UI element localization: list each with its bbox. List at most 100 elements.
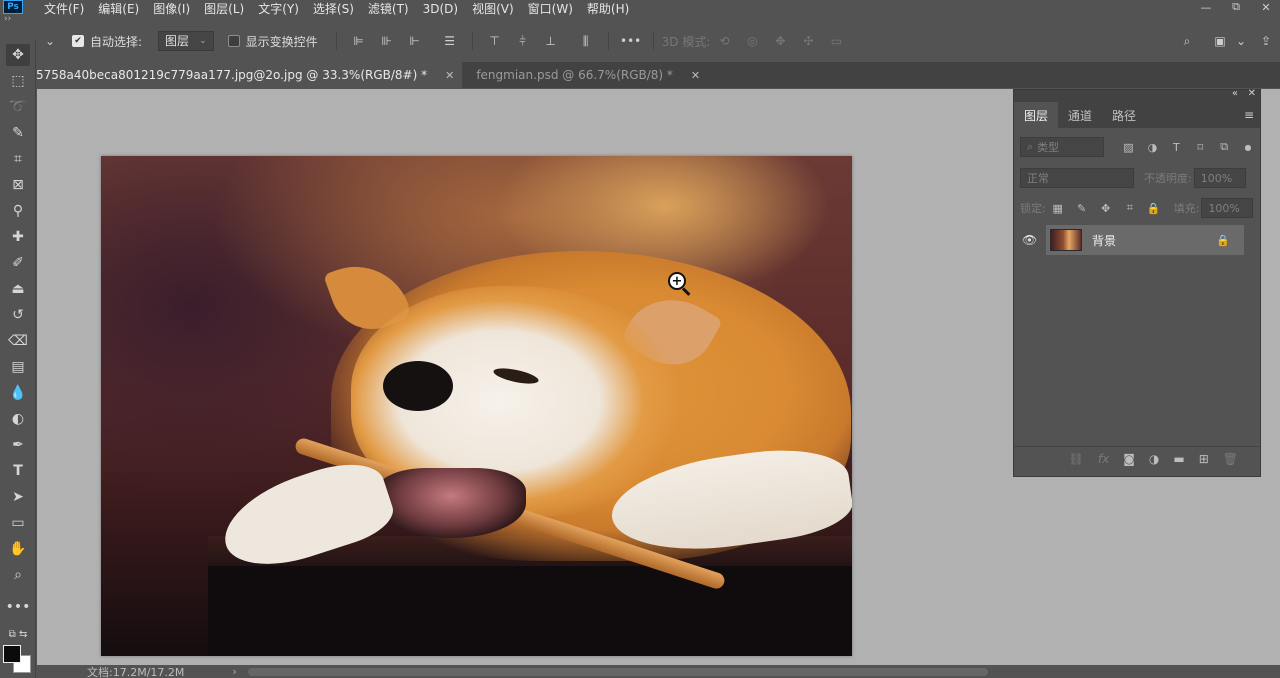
- healing-brush-tool-icon[interactable]: ✚: [6, 226, 30, 248]
- minimize-button[interactable]: —: [1200, 1, 1212, 14]
- collapse-arrows-icon[interactable]: ››: [4, 14, 11, 24]
- filter-adjustment-icon[interactable]: ◑: [1145, 140, 1159, 154]
- eyedropper-tool-icon[interactable]: ⚲: [6, 200, 30, 222]
- collapse-panel-icon[interactable]: «: [1232, 88, 1238, 99]
- hand-tool-icon[interactable]: ✋: [6, 538, 30, 560]
- rectangle-tool-icon[interactable]: ▭: [6, 512, 30, 534]
- menu-window[interactable]: 窗口(W): [528, 0, 573, 17]
- layer-visibility-eye-icon[interactable]: 👁: [1022, 233, 1037, 247]
- lock-position-icon[interactable]: ✥: [1099, 201, 1113, 215]
- blend-mode-dropdown[interactable]: 正常: [1020, 168, 1134, 188]
- chevron-down-icon[interactable]: ⌄: [43, 34, 57, 48]
- add-mask-icon[interactable]: ◙: [1123, 452, 1135, 466]
- align-bottom-icon[interactable]: ⊥: [544, 34, 558, 48]
- menu-image[interactable]: 图像(I): [153, 0, 190, 17]
- history-brush-tool-icon[interactable]: ↺: [6, 304, 30, 326]
- filter-pixel-icon[interactable]: ▨: [1122, 140, 1136, 154]
- align-top-icon[interactable]: ⊤: [488, 34, 502, 48]
- move-tool-icon[interactable]: ✥: [6, 44, 30, 66]
- close-panel-icon[interactable]: ✕: [1248, 88, 1256, 99]
- eraser-tool-icon[interactable]: ⌫: [6, 330, 30, 352]
- align-left-icon[interactable]: ⊫: [352, 34, 366, 48]
- 3d-pan-icon[interactable]: ✥: [773, 34, 787, 48]
- auto-select-option[interactable]: ✔ 自动选择:: [72, 33, 142, 50]
- blur-tool-icon[interactable]: 💧: [6, 382, 30, 404]
- close-tab-icon[interactable]: ✕: [445, 69, 454, 82]
- menu-filter[interactable]: 滤镜(T): [368, 0, 409, 17]
- lock-image-icon[interactable]: ✎: [1075, 201, 1089, 215]
- show-transform-checkbox[interactable]: [227, 35, 240, 47]
- menu-select[interactable]: 选择(S): [313, 0, 354, 17]
- 3d-scale-icon[interactable]: ▭: [829, 34, 843, 48]
- align-vertical-center-icon[interactable]: ⫩: [516, 34, 530, 48]
- search-icon[interactable]: ⌕: [1180, 34, 1194, 48]
- type-tool-icon[interactable]: T: [6, 460, 30, 482]
- new-adjustment-layer-icon[interactable]: ◑: [1149, 452, 1159, 466]
- share-icon[interactable]: ⇪: [1259, 34, 1273, 48]
- 3d-roll-icon[interactable]: ◎: [745, 34, 759, 48]
- frame-tool-icon[interactable]: ⊠: [6, 174, 30, 196]
- lasso-tool-icon[interactable]: ➰: [6, 96, 30, 118]
- menu-file[interactable]: 文件(F): [44, 0, 84, 17]
- filter-smart-object-icon[interactable]: ⧉: [1217, 140, 1231, 154]
- pen-tool-icon[interactable]: ✒: [6, 434, 30, 456]
- auto-select-checkbox[interactable]: ✔: [72, 35, 84, 47]
- menu-help[interactable]: 帮助(H): [587, 0, 629, 17]
- crop-tool-icon[interactable]: ⌗: [6, 148, 30, 170]
- menu-type[interactable]: 文字(Y): [258, 0, 299, 17]
- workspace-icon[interactable]: ▣: [1213, 34, 1227, 48]
- filter-type-icon[interactable]: T: [1169, 140, 1183, 154]
- tab-channels[interactable]: 通道: [1058, 102, 1102, 128]
- document-size-info[interactable]: 文档:17.2M/17.2M: [87, 664, 184, 678]
- clone-stamp-tool-icon[interactable]: ⏏: [6, 278, 30, 300]
- menu-edit[interactable]: 编辑(E): [98, 0, 139, 17]
- filter-shape-icon[interactable]: ⌑: [1193, 140, 1207, 154]
- edit-toolbar-icon[interactable]: •••: [6, 596, 31, 618]
- restore-button[interactable]: ⧉: [1230, 0, 1242, 14]
- tab-layers[interactable]: 图层: [1014, 102, 1059, 128]
- opacity-input[interactable]: 100%: [1193, 168, 1246, 188]
- status-menu-arrow[interactable]: ›: [232, 665, 236, 678]
- 3d-orbit-icon[interactable]: ⟲: [717, 34, 731, 48]
- show-transform-option[interactable]: 显示变换控件: [227, 33, 318, 50]
- menu-view[interactable]: 视图(V): [472, 0, 514, 17]
- panel-menu-icon[interactable]: ≡: [1244, 102, 1254, 128]
- app-logo[interactable]: Ps: [3, 0, 23, 14]
- layer-row-background[interactable]: 背景 🔒: [1046, 225, 1244, 255]
- close-tab-icon[interactable]: ✕: [691, 69, 700, 82]
- document-tab-active[interactable]: 5758a40beca801219c779aa177.jpg@2o.jpg @ …: [36, 62, 463, 88]
- fill-input[interactable]: 100%: [1201, 198, 1254, 218]
- document-tab-inactive[interactable]: fengmian.psd @ 66.7%(RGB/8) * ✕: [462, 62, 708, 88]
- new-group-folder-icon[interactable]: ▬: [1173, 452, 1184, 466]
- gradient-tool-icon[interactable]: ▤: [6, 356, 30, 378]
- zoom-tool-icon[interactable]: ⌕: [6, 564, 30, 586]
- path-selection-tool-icon[interactable]: ➤: [6, 486, 30, 508]
- delete-layer-trash-icon[interactable]: 🗑: [1223, 452, 1238, 466]
- menu-layer[interactable]: 图层(L): [204, 0, 244, 17]
- quick-selection-tool-icon[interactable]: ✎: [6, 122, 30, 144]
- link-layers-icon[interactable]: ⛓: [1069, 452, 1084, 466]
- tab-paths[interactable]: 路径: [1102, 102, 1146, 128]
- filter-toggle-icon[interactable]: ●: [1241, 140, 1255, 154]
- lock-transparent-icon[interactable]: ▦: [1051, 201, 1065, 215]
- horizontal-scrollbar[interactable]: [248, 668, 988, 676]
- lock-artboard-icon[interactable]: ⌗: [1123, 201, 1137, 215]
- auto-select-target-dropdown[interactable]: 图层 ⌄: [158, 31, 214, 51]
- marquee-tool-icon[interactable]: ⬚: [6, 70, 30, 92]
- document-image[interactable]: [101, 156, 852, 656]
- lock-all-icon[interactable]: 🔒: [1147, 201, 1161, 215]
- align-horizontal-center-icon[interactable]: ⊪: [380, 34, 394, 48]
- distribute-vertical-icon[interactable]: ☰: [443, 34, 457, 48]
- foreground-color-swatch[interactable]: [3, 645, 21, 663]
- align-right-icon[interactable]: ⊩: [408, 34, 422, 48]
- layer-filter-dropdown[interactable]: ⌕ 类型: [1020, 137, 1104, 157]
- brush-tool-icon[interactable]: ✐: [6, 252, 30, 274]
- menu-3d[interactable]: 3D(D): [423, 2, 458, 16]
- close-window-button[interactable]: ✕: [1260, 1, 1272, 14]
- 3d-slide-icon[interactable]: ✣: [801, 34, 815, 48]
- layer-style-fx-icon[interactable]: fx: [1098, 452, 1109, 466]
- new-layer-icon[interactable]: ⊞: [1199, 452, 1209, 466]
- chevron-down-icon[interactable]: ⌄: [1234, 34, 1248, 48]
- distribute-horizontal-icon[interactable]: ⫼: [579, 34, 593, 48]
- dodge-tool-icon[interactable]: ◐: [6, 408, 30, 430]
